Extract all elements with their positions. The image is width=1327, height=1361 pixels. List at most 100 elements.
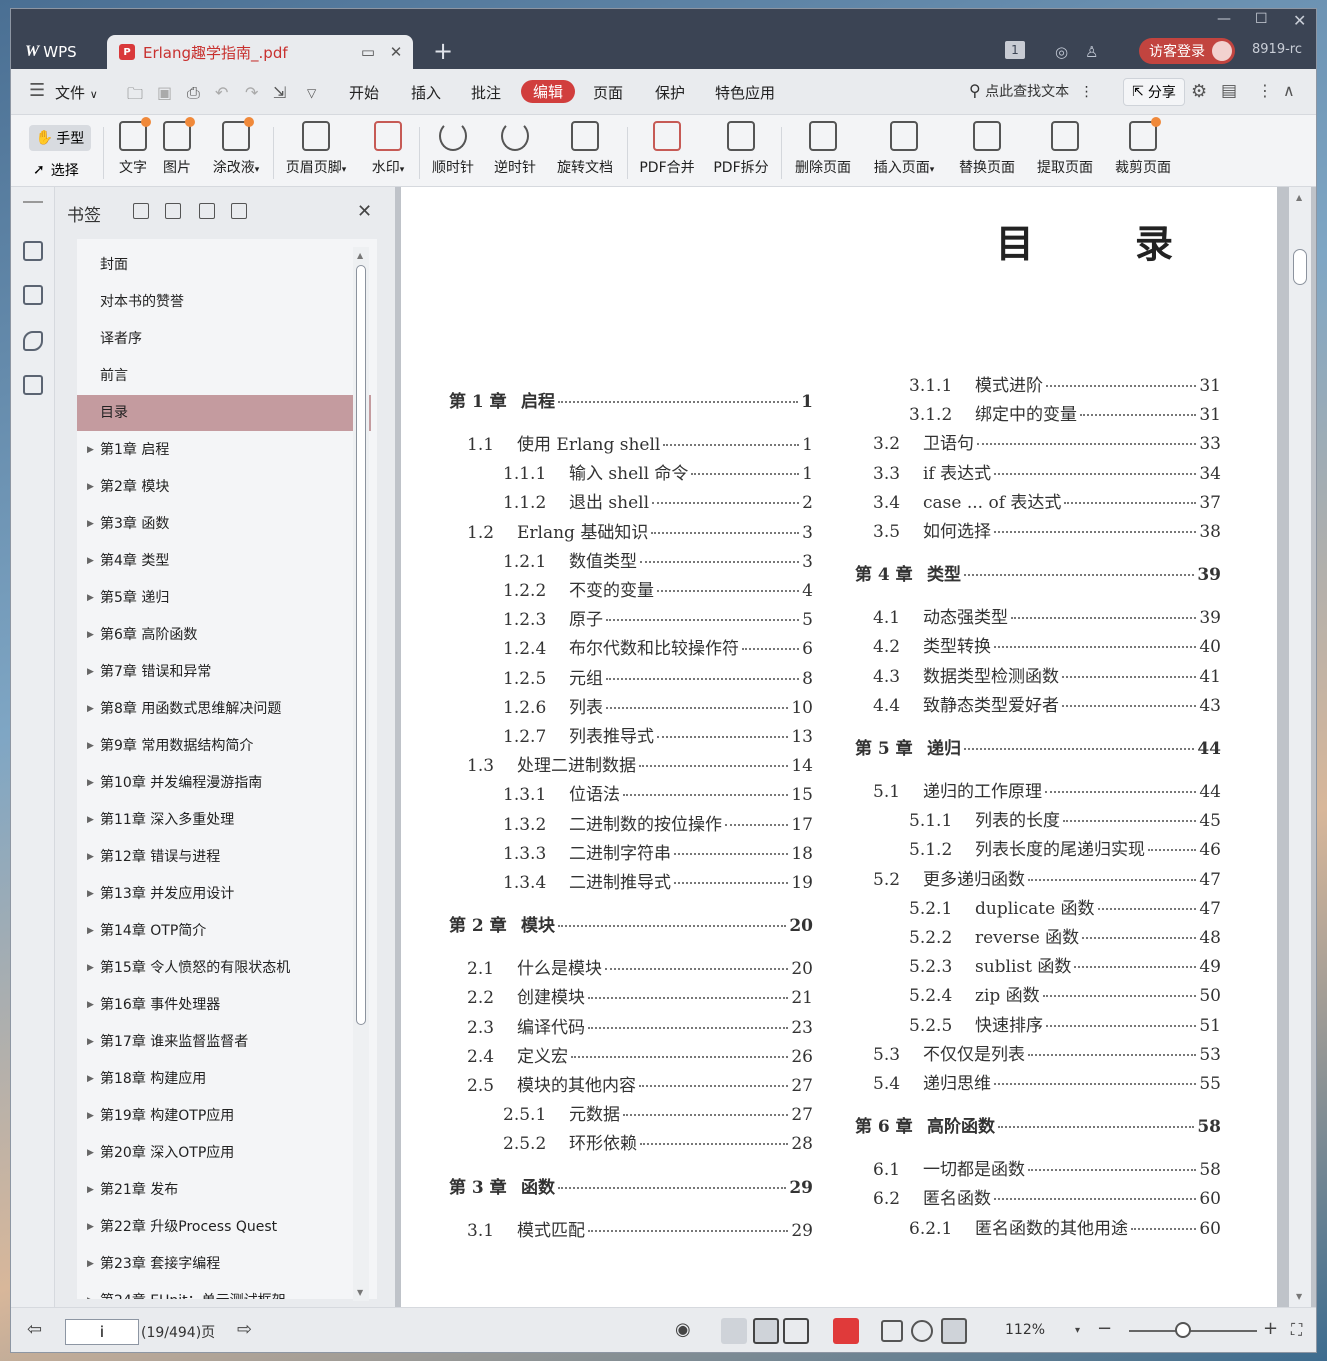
image-tool-button[interactable]: 图片	[159, 117, 195, 177]
eye-protection-icon[interactable]: ◉	[675, 1319, 691, 1340]
signature-icon[interactable]	[23, 375, 43, 395]
new-tab-button[interactable]: +	[433, 39, 453, 63]
menu-edit[interactable]: 编辑	[521, 80, 576, 103]
visitor-login-button[interactable]: 访客登录	[1139, 38, 1235, 64]
rotate-counterclockwise-button[interactable]: 逆时针	[491, 121, 539, 177]
tab-monitor-icon[interactable]: ▭	[359, 43, 377, 61]
toc-entry[interactable]: 3.2 卫语句 33	[873, 429, 1221, 454]
expand-arrow-icon[interactable]: ▶	[87, 1024, 94, 1060]
toc-entry[interactable]: 3.1.2 绑定中的变量 31	[909, 400, 1221, 425]
toc-entry[interactable]: 5.1 递归的工作原理 44	[873, 777, 1221, 802]
zoom-dropdown-icon[interactable]: ▾	[1075, 1325, 1080, 1336]
pdf-split-button[interactable]: PDF拆分	[711, 121, 771, 177]
expand-arrow-icon[interactable]: ▶	[87, 1172, 94, 1208]
toc-entry[interactable]: 1.2.6 列表 10	[503, 693, 813, 718]
hand-tool-button[interactable]: ✋ 手型	[29, 125, 91, 151]
bookmark-scrollbar[interactable]: ▲ ▼	[353, 247, 369, 1301]
bookmark-item[interactable]: ▶ 第13章 并发应用设计	[77, 876, 371, 912]
toc-chapter-entry[interactable]: 第 5 章递归 44	[855, 734, 1221, 759]
bookmark-item[interactable]: ▶ 第20章 深入OTP应用	[77, 1135, 371, 1171]
expand-arrow-icon[interactable]: ▶	[87, 543, 94, 579]
toc-entry[interactable]: 1.3.1 位语法 15	[503, 780, 813, 805]
toc-entry[interactable]: 5.2.4 zip 函数 50	[909, 981, 1221, 1006]
bookmark-item[interactable]: ▶ 第10章 并发编程漫游指南	[77, 765, 371, 801]
wps-home-tab[interactable]: W WPS	[15, 35, 103, 69]
expand-arrow-icon[interactable]: ▶	[87, 950, 94, 986]
toc-chapter-entry[interactable]: 第 3 章函数 29	[449, 1173, 813, 1198]
zoom-level[interactable]: 112%	[1005, 1322, 1045, 1338]
toc-entry[interactable]: 4.3 数据类型检测函数 41	[873, 662, 1221, 687]
undo-icon[interactable]: ↶	[215, 83, 228, 102]
bookmark-item[interactable]: ▶ 第24章 EUnit：单元测试框架	[77, 1283, 371, 1299]
toc-entry[interactable]: 2.5.1 元数据 27	[503, 1100, 813, 1125]
bookmark-item[interactable]: ▶ 第12章 错误与进程	[77, 839, 371, 875]
bookmark-item[interactable]: ▶ 第9章 常用数据结构简介	[77, 728, 371, 764]
toc-entry[interactable]: 1.2 Erlang 基础知识 3	[467, 518, 813, 543]
bookmark-list-icon[interactable]	[23, 241, 43, 261]
toc-entry[interactable]: 3.5 如何选择 38	[873, 517, 1221, 542]
toc-entry[interactable]: 5.2.5 快速排序 51	[909, 1011, 1221, 1036]
menu-comment[interactable]: 批注	[471, 82, 501, 103]
next-page-icon[interactable]: ⇨	[237, 1319, 252, 1340]
toc-entry[interactable]: 1.2.3 原子 5	[503, 605, 813, 630]
bookmark-item[interactable]: 目录	[77, 395, 371, 431]
menu-page[interactable]: 页面	[593, 82, 623, 103]
bookmark-item[interactable]: ▶ 第21章 发布	[77, 1172, 371, 1208]
bookmark-item[interactable]: ▶ 第14章 OTP简介	[77, 913, 371, 949]
bookmark-item[interactable]: ▶ 第6章 高阶函数	[77, 617, 371, 653]
delete-page-button[interactable]: 删除页面	[791, 121, 855, 177]
annotation-icon[interactable]	[23, 331, 43, 351]
tab-close-icon[interactable]: ✕	[387, 43, 405, 61]
more-vertical-icon[interactable]: ⋮	[1080, 84, 1094, 100]
toc-entry[interactable]: 4.2 类型转换 40	[873, 632, 1221, 657]
bookmark-item[interactable]: ▶ 第1章 启程	[77, 432, 371, 468]
thumbnail-icon[interactable]	[23, 285, 43, 305]
zoom-out-icon[interactable]: −	[1097, 1318, 1112, 1339]
toc-entry[interactable]: 4.1 动态强类型 39	[873, 603, 1221, 628]
expand-arrow-icon[interactable]: ▶	[87, 1135, 94, 1171]
expand-arrow-icon[interactable]: ▶	[87, 913, 94, 949]
expand-arrow-icon[interactable]: ▶	[87, 728, 94, 764]
text-tool-button[interactable]: 文字	[115, 117, 151, 177]
bookmark-item[interactable]: ▶ 第3章 函数	[77, 506, 371, 542]
print-icon[interactable]: ⎙	[187, 83, 200, 103]
toc-chapter-entry[interactable]: 第 2 章模块 20	[449, 911, 813, 936]
bookmark-item[interactable]: ▶ 第11章 深入多重处理	[77, 802, 371, 838]
fit-page-icon[interactable]	[911, 1320, 933, 1342]
toc-entry[interactable]: 5.4 递归思维 55	[873, 1069, 1221, 1094]
expand-arrow-icon[interactable]: ▶	[87, 691, 94, 727]
bookmark-item[interactable]: 对本书的赞誉	[77, 284, 371, 320]
bookmark-item[interactable]: ▶ 第17章 谁来监督监督者	[77, 1024, 371, 1060]
expand-arrow-icon[interactable]: ▶	[87, 802, 94, 838]
redo-icon[interactable]: ↷	[245, 83, 258, 102]
insert-page-button[interactable]: 插入页面▾	[867, 121, 941, 177]
expand-arrow-icon[interactable]: ▶	[87, 580, 94, 616]
toc-entry[interactable]: 5.2.3 sublist 函数 49	[909, 952, 1221, 977]
expand-arrow-icon[interactable]: ▶	[87, 506, 94, 542]
pdf-merge-button[interactable]: PDF合并	[637, 121, 697, 177]
menu-insert[interactable]: 插入	[411, 82, 441, 103]
menu-start[interactable]: 开始	[349, 82, 379, 103]
toc-entry[interactable]: 3.3 if 表达式 34	[873, 459, 1221, 484]
rotate-clockwise-button[interactable]: 顺时针	[429, 121, 477, 177]
toc-chapter-entry[interactable]: 第 6 章高阶函数 58	[855, 1112, 1221, 1137]
expand-arrow-icon[interactable]: ▶	[87, 654, 94, 690]
toc-entry[interactable]: 3.4 case ... of 表达式 37	[873, 488, 1221, 513]
menu-protect[interactable]: 保护	[655, 82, 685, 103]
expand-arrow-icon[interactable]: ▶	[87, 617, 94, 653]
expand-arrow-icon[interactable]: ▶	[87, 1209, 94, 1245]
expand-arrow-icon[interactable]: ▶	[87, 469, 94, 505]
add-bookmark-icon[interactable]	[199, 203, 215, 219]
toc-entry[interactable]: 6.2 匿名函数 60	[873, 1184, 1221, 1209]
document-view[interactable]: 目 录 第 1 章启程 1 1.1 使用 Erlang shell 1 1.1.1 输入 s…	[395, 187, 1316, 1307]
close-panel-icon[interactable]: ✕	[357, 201, 372, 222]
open-folder-icon[interactable]: 🗀	[127, 83, 143, 110]
expand-arrow-icon[interactable]: ▶	[87, 839, 94, 875]
expand-arrow-icon[interactable]: ▶	[87, 765, 94, 801]
bookmark-item[interactable]: ▶ 第16章 事件处理器	[77, 987, 371, 1023]
expand-arrow-icon[interactable]: ▶	[87, 1283, 94, 1299]
bookmark-item[interactable]: 译者序	[77, 321, 371, 357]
bookmark-scroll-thumb[interactable]	[356, 265, 366, 1025]
export-icon[interactable]: ⇲	[273, 83, 286, 102]
document-scrollbar[interactable]: ▲ ▼	[1289, 187, 1311, 1307]
